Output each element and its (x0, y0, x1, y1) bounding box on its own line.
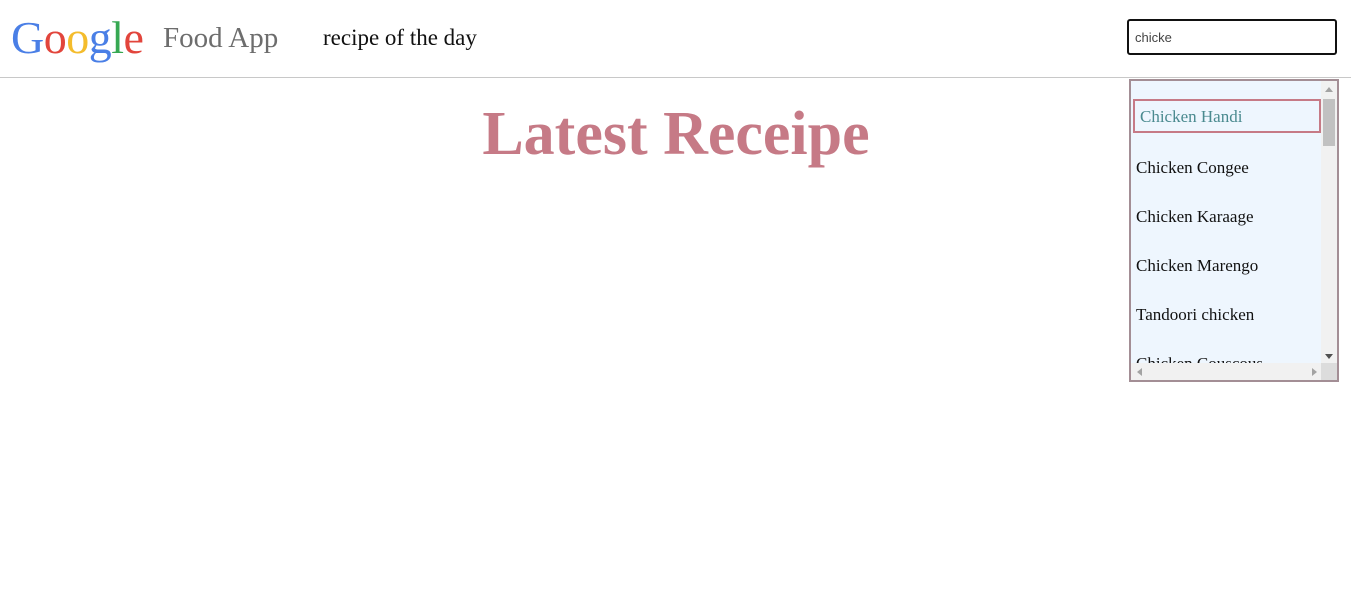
scrollbar-corner (1321, 363, 1337, 380)
logo-letter: G (11, 12, 44, 63)
search-input[interactable] (1127, 19, 1337, 55)
logo-letter: o (43, 12, 67, 63)
vertical-scrollbar[interactable] (1321, 81, 1337, 365)
logo-letter: l (111, 12, 124, 63)
scrollbar-thumb[interactable] (1323, 99, 1335, 146)
suggestion-item[interactable]: Chicken Congee (1136, 153, 1320, 183)
scroll-right-arrow-icon[interactable] (1312, 368, 1317, 376)
suggestion-item[interactable]: Tandoori chicken (1136, 300, 1320, 330)
suggestion-item[interactable]: Chicken Karaage (1136, 202, 1320, 232)
scroll-up-arrow-icon[interactable] (1325, 87, 1333, 92)
logo-letter: g (88, 12, 112, 63)
autocomplete-dropdown[interactable]: Chicken Handi Chicken Congee Chicken Kar… (1129, 79, 1339, 382)
app-name: Food App (163, 22, 279, 54)
suggestion-item[interactable]: Chicken Handi (1133, 99, 1321, 133)
suggestion-item[interactable]: Chicken Marengo (1136, 251, 1320, 281)
header-bar: Google Food App recipe of the day (0, 0, 1351, 78)
scroll-down-arrow-icon[interactable] (1325, 354, 1333, 359)
logo-letter: o (66, 12, 89, 63)
google-logo[interactable]: Google (11, 12, 144, 64)
scroll-left-arrow-icon[interactable] (1137, 368, 1142, 376)
horizontal-scrollbar[interactable] (1131, 363, 1323, 380)
suggestion-list: Chicken Handi Chicken Congee Chicken Kar… (1131, 81, 1323, 365)
recipe-of-the-day-link[interactable]: recipe of the day (323, 23, 477, 53)
logo-letter: e (123, 12, 144, 63)
